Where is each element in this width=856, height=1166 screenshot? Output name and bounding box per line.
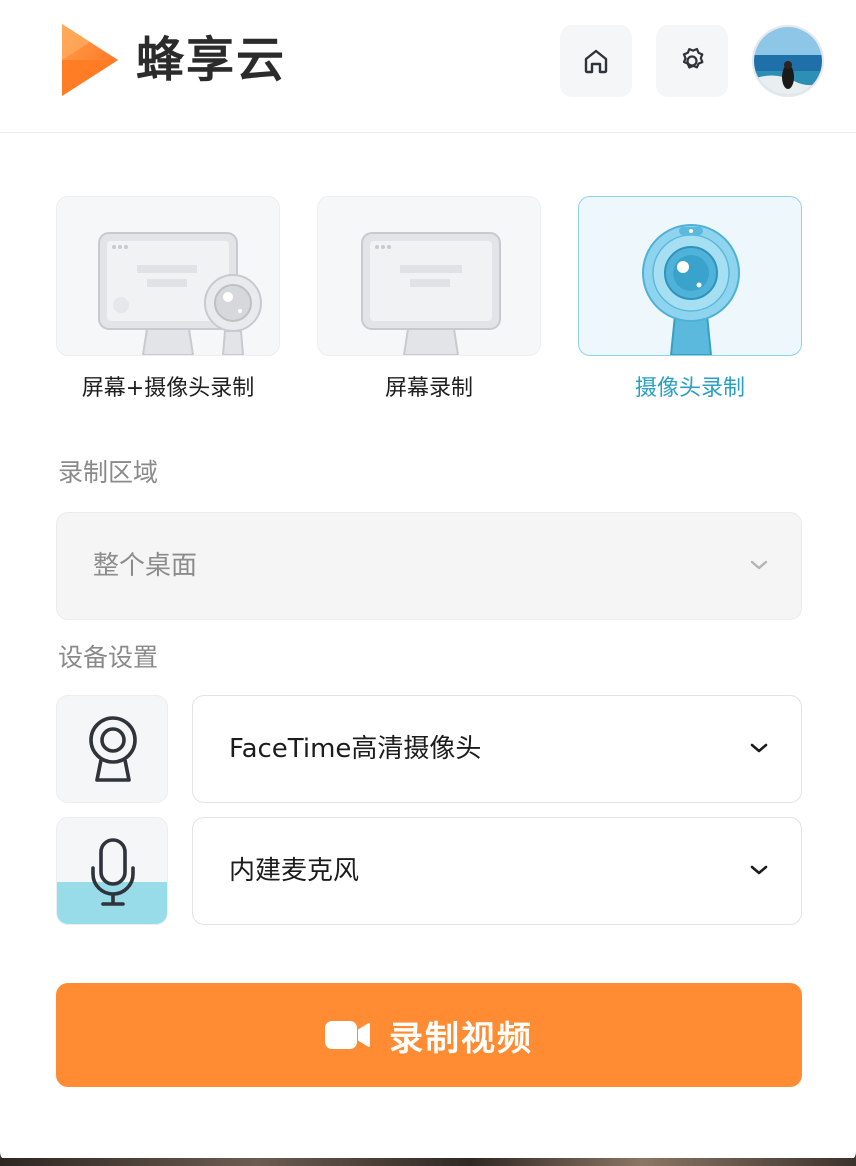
logo-text: 蜂享云 bbox=[136, 32, 287, 88]
microphone-select[interactable]: 内建麦克风 bbox=[192, 817, 802, 925]
record-video-label: 录制视频 bbox=[389, 1018, 533, 1059]
header: 蜂享云 bbox=[0, 0, 856, 133]
app-panel: 蜂享云 屏幕+摄像头录制 屏幕录制 摄像头录制 录制区域 整个桌面 设备设置 F… bbox=[0, 0, 856, 1162]
mode-label-camera: 摄像头录制 bbox=[634, 376, 745, 401]
chevron-down-icon bbox=[750, 560, 768, 570]
mode-card-screen-camera[interactable] bbox=[56, 196, 280, 356]
record-video-button[interactable]: 录制视频 bbox=[56, 983, 802, 1087]
chevron-down-icon bbox=[750, 865, 768, 875]
mode-label-screen-camera: 屏幕+摄像头录制 bbox=[81, 376, 255, 401]
mode-card-screen[interactable] bbox=[317, 196, 541, 356]
webcam-icon bbox=[89, 716, 137, 782]
camera-device-icon bbox=[56, 695, 168, 803]
record-area-label: 录制区域 bbox=[58, 458, 159, 487]
gear-icon bbox=[682, 47, 704, 69]
mode-label-screen: 屏幕录制 bbox=[384, 376, 473, 401]
home-icon bbox=[584, 49, 608, 74]
logo-icon bbox=[62, 24, 118, 96]
microphone-device-icon bbox=[56, 817, 168, 925]
video-camera-icon bbox=[325, 1021, 370, 1049]
microphone-select-value: 内建麦克风 bbox=[229, 856, 360, 886]
record-area-value: 整个桌面 bbox=[93, 551, 198, 581]
settings-button[interactable] bbox=[656, 25, 728, 97]
microphone-icon bbox=[91, 838, 135, 906]
chevron-down-icon bbox=[750, 743, 768, 753]
device-settings-label: 设备设置 bbox=[58, 643, 159, 672]
avatar-image bbox=[754, 27, 822, 95]
webcam-illustration bbox=[642, 224, 740, 355]
user-avatar[interactable] bbox=[752, 25, 824, 97]
camera-select-value: FaceTime高清摄像头 bbox=[229, 734, 482, 764]
record-area-select[interactable]: 整个桌面 bbox=[56, 512, 802, 620]
desktop-background-strip bbox=[0, 1158, 856, 1166]
screen-camera-illustration bbox=[98, 232, 262, 355]
camera-select[interactable]: FaceTime高清摄像头 bbox=[192, 695, 802, 803]
screen-illustration bbox=[361, 232, 501, 355]
home-button[interactable] bbox=[560, 25, 632, 97]
mode-card-camera[interactable] bbox=[578, 196, 802, 356]
